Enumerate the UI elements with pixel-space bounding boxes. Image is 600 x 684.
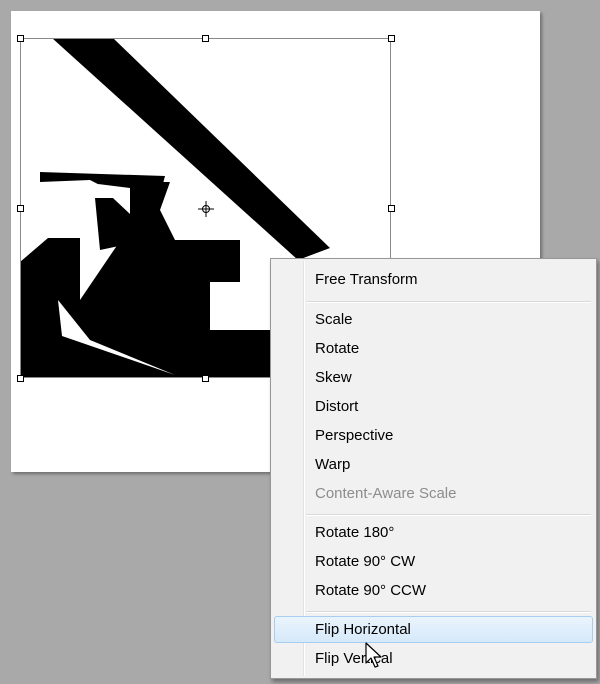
menu-item-rotate[interactable]: Rotate xyxy=(274,335,593,362)
crosshair-icon[interactable] xyxy=(198,201,214,217)
transform-handle-top-center[interactable] xyxy=(202,35,209,42)
menu-separator xyxy=(306,611,591,613)
menu-item-free-transform[interactable]: Free Transform xyxy=(274,266,593,293)
menu-item-skew[interactable]: Skew xyxy=(274,364,593,391)
arrow-cursor-icon xyxy=(365,642,382,668)
transform-handle-bottom-center[interactable] xyxy=(202,375,209,382)
menu-item-warp[interactable]: Warp xyxy=(274,451,593,478)
transform-handle-bottom-left[interactable] xyxy=(17,375,24,382)
menu-item-rotate-180[interactable]: Rotate 180° xyxy=(274,519,593,546)
menu-item-perspective[interactable]: Perspective xyxy=(274,422,593,449)
menu-item-distort[interactable]: Distort xyxy=(274,393,593,420)
transform-context-menu: Free Transform Scale Rotate Skew Distort… xyxy=(270,258,597,679)
transform-handle-top-right[interactable] xyxy=(388,35,395,42)
transform-handle-top-left[interactable] xyxy=(17,35,24,42)
menu-item-scale[interactable]: Scale xyxy=(274,306,593,333)
menu-item-flip-horizontal[interactable]: Flip Horizontal xyxy=(274,616,593,643)
menu-separator xyxy=(306,301,591,303)
transform-handle-middle-right[interactable] xyxy=(388,205,395,212)
transform-handle-middle-left[interactable] xyxy=(17,205,24,212)
menu-separator xyxy=(306,514,591,516)
menu-item-rotate-90-cw[interactable]: Rotate 90° CW xyxy=(274,548,593,575)
menu-item-rotate-90-ccw[interactable]: Rotate 90° CCW xyxy=(274,577,593,604)
menu-item-content-aware-scale: Content-Aware Scale xyxy=(315,485,457,502)
menu-item-flip-vertical[interactable]: Flip Vertical xyxy=(274,645,593,672)
